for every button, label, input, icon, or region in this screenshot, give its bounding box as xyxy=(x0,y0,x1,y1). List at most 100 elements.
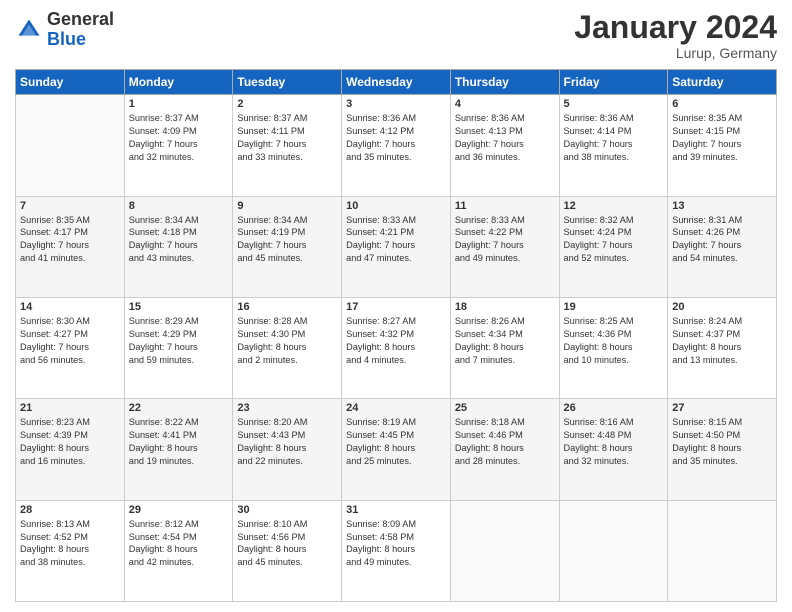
day-number: 1 xyxy=(129,98,229,110)
day-info: Sunrise: 8:37 AMSunset: 4:11 PMDaylight:… xyxy=(237,112,337,164)
week-row-4: 28 Sunrise: 8:13 AMSunset: 4:52 PMDayligh… xyxy=(16,500,777,601)
day-cell: 7 Sunrise: 8:35 AMSunset: 4:17 PMDaylight… xyxy=(16,196,125,297)
day-number: 13 xyxy=(672,200,772,212)
day-info: Sunrise: 8:25 AMSunset: 4:36 PMDaylight:… xyxy=(564,315,664,367)
week-row-3: 21 Sunrise: 8:23 AMSunset: 4:39 PMDayligh… xyxy=(16,399,777,500)
day-cell: 3 Sunrise: 8:36 AMSunset: 4:12 PMDaylight… xyxy=(342,95,451,196)
month-title: January 2024 xyxy=(574,10,777,45)
day-number: 8 xyxy=(129,200,229,212)
page: General Blue January 2024 Lurup, Germany… xyxy=(0,0,792,612)
day-info: Sunrise: 8:34 AMSunset: 4:19 PMDaylight:… xyxy=(237,214,337,266)
weekday-monday: Monday xyxy=(124,70,233,95)
day-info: Sunrise: 8:30 AMSunset: 4:27 PMDaylight:… xyxy=(20,315,120,367)
day-number: 30 xyxy=(237,504,337,516)
day-cell: 17 Sunrise: 8:27 AMSunset: 4:32 PMDayligh… xyxy=(342,297,451,398)
day-number: 10 xyxy=(346,200,446,212)
day-cell: 11Sunrise: 8:33 AMSunset: 4:22 PMDayligh… xyxy=(450,196,559,297)
logo-general: General xyxy=(47,9,114,29)
day-info: Sunrise: 8:36 AMSunset: 4:13 PMDaylight:… xyxy=(455,112,555,164)
day-cell: 1 Sunrise: 8:37 AMSunset: 4:09 PMDaylight… xyxy=(124,95,233,196)
day-cell: 9Sunrise: 8:34 AMSunset: 4:19 PMDaylight… xyxy=(233,196,342,297)
day-info: Sunrise: 8:29 AMSunset: 4:29 PMDaylight:… xyxy=(129,315,229,367)
day-cell: 30 Sunrise: 8:10 AMSunset: 4:56 PMDayligh… xyxy=(233,500,342,601)
day-number: 18 xyxy=(455,301,555,313)
day-cell: 20 Sunrise: 8:24 AMSunset: 4:37 PMDayligh… xyxy=(668,297,777,398)
day-number: 21 xyxy=(20,402,120,414)
day-number: 19 xyxy=(564,301,664,313)
day-info: Sunrise: 8:37 AMSunset: 4:09 PMDaylight:… xyxy=(129,112,229,164)
day-number: 15 xyxy=(129,301,229,313)
day-number: 26 xyxy=(564,402,664,414)
day-info: Sunrise: 8:16 AMSunset: 4:48 PMDaylight:… xyxy=(564,416,664,468)
day-info: Sunrise: 8:33 AMSunset: 4:22 PMDaylight:… xyxy=(455,214,555,266)
calendar-header: SundayMondayTuesdayWednesdayThursdayFrid… xyxy=(16,70,777,95)
day-info: Sunrise: 8:22 AMSunset: 4:41 PMDaylight:… xyxy=(129,416,229,468)
day-info: Sunrise: 8:10 AMSunset: 4:56 PMDaylight:… xyxy=(237,518,337,570)
day-cell: 6Sunrise: 8:35 AMSunset: 4:15 PMDaylight… xyxy=(668,95,777,196)
weekday-sunday: Sunday xyxy=(16,70,125,95)
day-cell: 14 Sunrise: 8:30 AMSunset: 4:27 PMDayligh… xyxy=(16,297,125,398)
day-cell: 19 Sunrise: 8:25 AMSunset: 4:36 PMDayligh… xyxy=(559,297,668,398)
day-info: Sunrise: 8:35 AMSunset: 4:15 PMDaylight:… xyxy=(672,112,772,164)
day-info: Sunrise: 8:36 AMSunset: 4:14 PMDaylight:… xyxy=(564,112,664,164)
day-cell: 21 Sunrise: 8:23 AMSunset: 4:39 PMDayligh… xyxy=(16,399,125,500)
weekday-wednesday: Wednesday xyxy=(342,70,451,95)
day-info: Sunrise: 8:15 AMSunset: 4:50 PMDaylight:… xyxy=(672,416,772,468)
day-number: 20 xyxy=(672,301,772,313)
header: General Blue January 2024 Lurup, Germany xyxy=(15,10,777,61)
day-number: 16 xyxy=(237,301,337,313)
day-number: 25 xyxy=(455,402,555,414)
day-info: Sunrise: 8:36 AMSunset: 4:12 PMDaylight:… xyxy=(346,112,446,164)
day-cell: 12 Sunrise: 8:32 AMSunset: 4:24 PMDayligh… xyxy=(559,196,668,297)
day-cell: 31Sunrise: 8:09 AMSunset: 4:58 PMDayligh… xyxy=(342,500,451,601)
day-cell: 10Sunrise: 8:33 AMSunset: 4:21 PMDayligh… xyxy=(342,196,451,297)
day-cell: 8 Sunrise: 8:34 AMSunset: 4:18 PMDaylight… xyxy=(124,196,233,297)
weekday-thursday: Thursday xyxy=(450,70,559,95)
day-cell: 4 Sunrise: 8:36 AMSunset: 4:13 PMDaylight… xyxy=(450,95,559,196)
day-cell: 28 Sunrise: 8:13 AMSunset: 4:52 PMDayligh… xyxy=(16,500,125,601)
day-cell: 23Sunrise: 8:20 AMSunset: 4:43 PMDayligh… xyxy=(233,399,342,500)
day-info: Sunrise: 8:13 AMSunset: 4:52 PMDaylight:… xyxy=(20,518,120,570)
day-info: Sunrise: 8:28 AMSunset: 4:30 PMDaylight:… xyxy=(237,315,337,367)
day-number: 4 xyxy=(455,98,555,110)
week-row-1: 7 Sunrise: 8:35 AMSunset: 4:17 PMDaylight… xyxy=(16,196,777,297)
logo-blue: Blue xyxy=(47,29,86,49)
weekday-header-row: SundayMondayTuesdayWednesdayThursdayFrid… xyxy=(16,70,777,95)
day-cell xyxy=(668,500,777,601)
day-number: 3 xyxy=(346,98,446,110)
calendar-body: 1 Sunrise: 8:37 AMSunset: 4:09 PMDaylight… xyxy=(16,95,777,602)
day-info: Sunrise: 8:26 AMSunset: 4:34 PMDaylight:… xyxy=(455,315,555,367)
day-info: Sunrise: 8:35 AMSunset: 4:17 PMDaylight:… xyxy=(20,214,120,266)
day-number: 28 xyxy=(20,504,120,516)
day-number: 17 xyxy=(346,301,446,313)
day-number: 14 xyxy=(20,301,120,313)
day-number: 12 xyxy=(564,200,664,212)
day-cell: 26 Sunrise: 8:16 AMSunset: 4:48 PMDayligh… xyxy=(559,399,668,500)
day-number: 22 xyxy=(129,402,229,414)
day-cell: 22 Sunrise: 8:22 AMSunset: 4:41 PMDayligh… xyxy=(124,399,233,500)
day-info: Sunrise: 8:23 AMSunset: 4:39 PMDaylight:… xyxy=(20,416,120,468)
location: Lurup, Germany xyxy=(574,45,777,61)
day-cell xyxy=(450,500,559,601)
day-info: Sunrise: 8:09 AMSunset: 4:58 PMDaylight:… xyxy=(346,518,446,570)
day-info: Sunrise: 8:18 AMSunset: 4:46 PMDaylight:… xyxy=(455,416,555,468)
day-cell xyxy=(16,95,125,196)
day-info: Sunrise: 8:24 AMSunset: 4:37 PMDaylight:… xyxy=(672,315,772,367)
day-info: Sunrise: 8:32 AMSunset: 4:24 PMDaylight:… xyxy=(564,214,664,266)
day-cell: 5Sunrise: 8:36 AMSunset: 4:14 PMDaylight… xyxy=(559,95,668,196)
day-cell: 29Sunrise: 8:12 AMSunset: 4:54 PMDayligh… xyxy=(124,500,233,601)
day-number: 7 xyxy=(20,200,120,212)
day-number: 2 xyxy=(237,98,337,110)
day-cell: 27 Sunrise: 8:15 AMSunset: 4:50 PMDayligh… xyxy=(668,399,777,500)
day-info: Sunrise: 8:12 AMSunset: 4:54 PMDaylight:… xyxy=(129,518,229,570)
day-info: Sunrise: 8:27 AMSunset: 4:32 PMDaylight:… xyxy=(346,315,446,367)
day-info: Sunrise: 8:34 AMSunset: 4:18 PMDaylight:… xyxy=(129,214,229,266)
weekday-tuesday: Tuesday xyxy=(233,70,342,95)
day-info: Sunrise: 8:19 AMSunset: 4:45 PMDaylight:… xyxy=(346,416,446,468)
week-row-2: 14 Sunrise: 8:30 AMSunset: 4:27 PMDayligh… xyxy=(16,297,777,398)
week-row-0: 1 Sunrise: 8:37 AMSunset: 4:09 PMDaylight… xyxy=(16,95,777,196)
day-cell: 24Sunrise: 8:19 AMSunset: 4:45 PMDayligh… xyxy=(342,399,451,500)
day-number: 23 xyxy=(237,402,337,414)
day-number: 27 xyxy=(672,402,772,414)
day-cell: 13Sunrise: 8:31 AMSunset: 4:26 PMDayligh… xyxy=(668,196,777,297)
